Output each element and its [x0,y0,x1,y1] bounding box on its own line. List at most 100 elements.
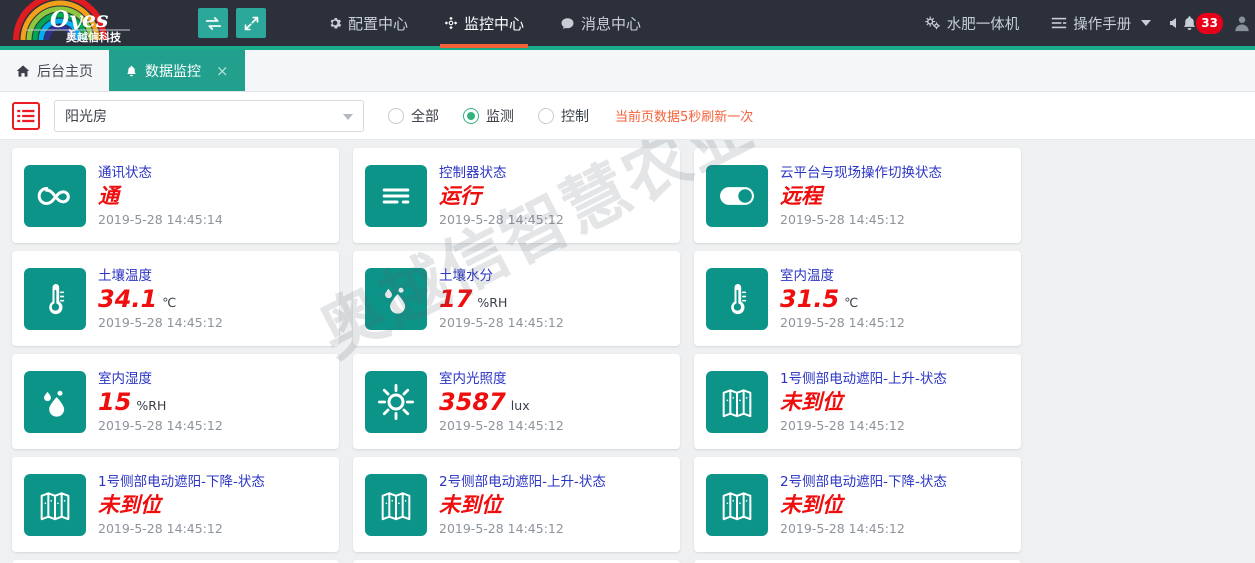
sun-icon [365,371,427,433]
sensor-card[interactable]: 土壤水分17%RH2019-5-28 14:45:12 [353,251,680,346]
sensor-card-value-row: 3587lux [439,389,564,415]
sensor-card[interactable]: 1号侧部电动遮阳-下降-状态未到位2019-5-28 14:45:12 [12,457,339,552]
sensor-card-value: 未到位 [780,389,843,415]
tab-data-monitoring[interactable]: 数据监控 × [109,50,245,91]
sensor-card-value-row: 通 [98,183,223,209]
nav-item-fertigation-machine[interactable]: 水肥一体机 [909,0,1036,48]
monitoring-content: 奥越信智慧农业 通讯状态通2019-5-28 14:45:14控制器状态运行20… [0,140,1255,563]
svg-text:奥越信科技: 奥越信科技 [65,30,122,44]
sensor-card-title: 土壤温度 [98,267,223,285]
sensor-card-timestamp: 2019-5-28 14:45:12 [98,521,265,537]
radio-all[interactable]: 全部 [388,106,439,126]
sensor-card-value: 31.5 [780,286,839,312]
sensor-card-value-row: 运行 [439,183,564,209]
tab-backend-home[interactable]: 后台主页 [0,50,109,91]
sensor-card-body: 室内湿度15%RH2019-5-28 14:45:12 [98,370,223,434]
sensor-card-timestamp: 2019-5-28 14:45:12 [98,315,223,331]
header-right-area: 水肥一体机 操作手册 33 [909,0,1255,48]
radio-circle-icon [538,108,554,124]
swap-horizontal-button[interactable] [198,8,228,38]
sensor-card[interactable]: 室内温度31.5 ℃ 2019-5-28 14:45:12 [694,251,1021,346]
sensor-card-title: 室内湿度 [98,370,223,388]
radio-label-monitor: 监测 [486,106,514,126]
refresh-note: 当前页数据5秒刷新一次 [615,106,753,125]
sensor-card-timestamp: 2019-5-28 14:45:12 [439,212,564,228]
sensor-card-timestamp: 2019-5-28 14:45:12 [780,212,942,228]
radio-label-control: 控制 [561,106,589,126]
sensor-card-body: 1号侧部电动遮阳-下降-状态未到位2019-5-28 14:45:12 [98,473,265,537]
sensor-card-value-row: 未到位 [98,492,265,518]
nav-label-fertigation-machine: 水肥一体机 [947,13,1020,34]
sensor-card-unit: ℃ [844,297,858,310]
sensor-card-grid: 通讯状态通2019-5-28 14:45:14控制器状态运行2019-5-28 … [6,148,1249,563]
sensor-card-value: 通 [98,183,119,209]
crosshair-icon [444,16,458,30]
gear-icon [328,16,342,30]
sensor-card-timestamp: 2019-5-28 14:45:12 [439,315,564,331]
nav-item-config-center[interactable]: 配置中心 [310,0,426,48]
sensor-card-body: 土壤温度34.1℃ 2019-5-28 14:45:12 [98,267,223,331]
sensor-card-body: 2号侧部电动遮阳-上升-状态未到位2019-5-28 14:45:12 [439,473,606,537]
nav-item-operation-manual[interactable]: 操作手册 [1035,0,1167,48]
nav-label-message-center: 消息中心 [581,13,641,34]
nav-item-message-center[interactable]: 消息中心 [542,0,659,48]
sensor-card-unit: %RH [477,297,507,310]
sensor-card[interactable]: 云平台与现场操作切换状态远程2019-5-28 14:45:12 [694,148,1021,243]
sensor-card-value-row: 远程 [780,183,942,209]
sensor-card[interactable]: 通讯状态通2019-5-28 14:45:14 [12,148,339,243]
thermometer-icon [24,268,86,330]
top-header: Oyes 奥越信科技 配置中心 监控中心 [0,0,1255,50]
svg-text:Oyes: Oyes [50,7,108,33]
sensor-card-value-row: 未到位 [780,389,947,415]
sensor-card-timestamp: 2019-5-28 14:45:12 [780,418,947,434]
brand-logo[interactable]: Oyes 奥越信科技 [0,0,190,48]
greenhouse-select[interactable]: 阳光房 [54,100,364,132]
sensor-card-title: 室内光照度 [439,370,564,388]
sensor-card[interactable]: 室内光照度3587lux2019-5-28 14:45:12 [353,354,680,449]
sensor-card-value: 3587 [439,389,506,415]
sensor-card-title: 土壤水分 [439,267,564,285]
user-avatar-button[interactable] [1233,14,1251,32]
sensor-card-body: 土壤水分17%RH2019-5-28 14:45:12 [439,267,564,331]
sensor-card-body: 1号侧部电动遮阳-上升-状态未到位 2019-5-28 14:45:12 [780,370,947,434]
swap-horizontal-icon [205,15,222,32]
expand-button[interactable] [236,8,266,38]
controller-lines-icon [365,165,427,227]
radio-control[interactable]: 控制 [538,106,589,126]
sensor-card-timestamp: 2019-5-28 14:45:12 [439,521,606,537]
sensor-card[interactable]: 2号侧部电动遮阳-上升-状态未到位2019-5-28 14:45:12 [353,457,680,552]
radio-label-all: 全部 [411,106,439,126]
list-menu-button[interactable] [12,102,40,130]
sensor-card-body: 2号侧部电动遮阳-下降-状态未到位2019-5-28 14:45:12 [780,473,947,537]
sensor-card[interactable]: 室内湿度15%RH2019-5-28 14:45:12 [12,354,339,449]
bell-icon [125,64,138,78]
sensor-card-timestamp: 2019-5-28 14:45:12 [780,315,905,331]
sensor-card-body: 室内光照度3587lux2019-5-28 14:45:12 [439,370,564,434]
sensor-card[interactable]: 控制器状态运行2019-5-28 14:45:12 [353,148,680,243]
sensor-card-value-row: 31.5 ℃ [780,286,905,312]
tab-label-backend-home: 后台主页 [37,61,93,81]
tab-close-button[interactable]: × [216,62,229,80]
thermometer-icon [706,268,768,330]
sensor-card[interactable]: 1号侧部电动遮阳-上升-状态未到位 2019-5-28 14:45:12 [694,354,1021,449]
sensor-card-value-row: 34.1℃ [98,286,223,312]
nav-label-monitor-center: 监控中心 [464,13,524,34]
sensor-card-title: 室内温度 [780,267,905,285]
sensor-card[interactable]: 2号侧部电动遮阳-下降-状态未到位2019-5-28 14:45:12 [694,457,1021,552]
sensor-card-title: 通讯状态 [98,164,223,182]
list-red-icon [17,109,35,123]
sensor-card[interactable]: 土壤温度34.1℃ 2019-5-28 14:45:12 [12,251,339,346]
toggle-switch-icon [706,165,768,227]
chat-bubble-icon [560,16,575,31]
chevron-down-icon [343,114,353,120]
gears-icon [925,16,941,30]
sensor-card-value-row: 未到位 [439,492,606,518]
sensor-card-body: 通讯状态通2019-5-28 14:45:14 [98,164,223,228]
nav-item-monitor-center[interactable]: 监控中心 [426,0,542,48]
notification-bell-button[interactable]: 33 [1167,13,1229,34]
radio-circle-icon [388,108,404,124]
greenhouse-select-value: 阳光房 [65,106,107,126]
sensor-card-unit: ℃ [162,297,176,310]
radio-monitor[interactable]: 监测 [463,106,514,126]
sensor-card-title: 1号侧部电动遮阳-上升-状态 [780,370,947,388]
